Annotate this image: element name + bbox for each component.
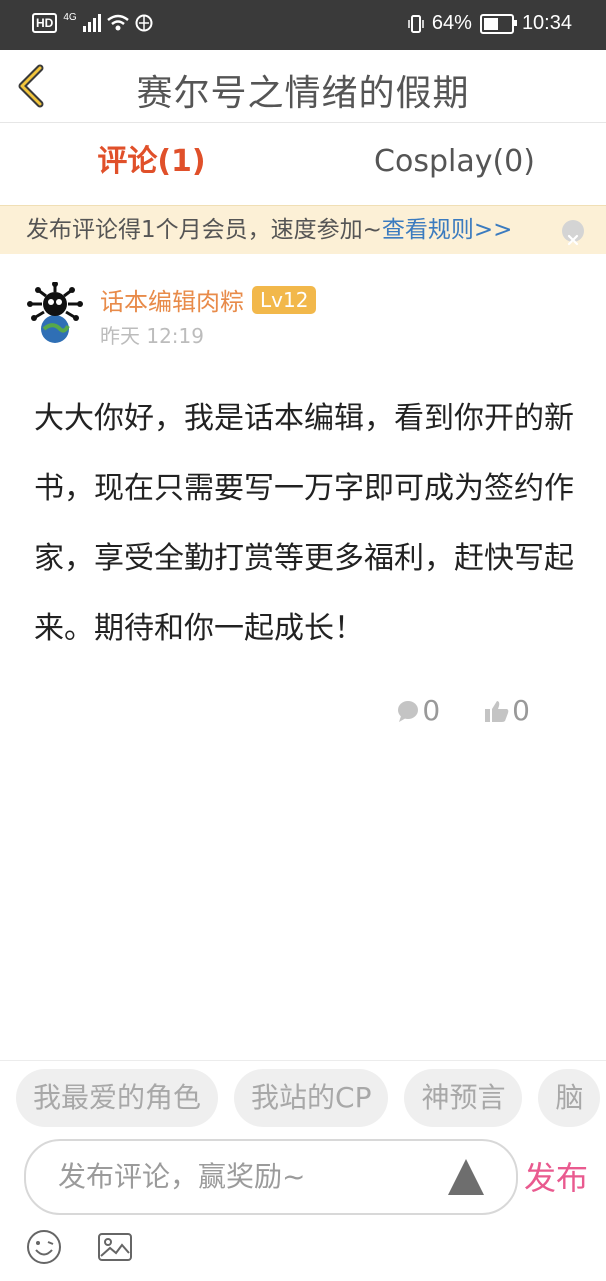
comment-actions: 0 0 bbox=[396, 694, 530, 727]
network-type: 4G bbox=[63, 11, 77, 23]
hd-indicator: HD bbox=[32, 13, 58, 33]
close-banner-button[interactable] bbox=[562, 220, 584, 246]
publish-button[interactable]: 发布 bbox=[524, 1153, 588, 1199]
topic-chip[interactable]: 我最爱的角色 bbox=[16, 1069, 219, 1127]
tab-comments[interactable]: 评论(1) bbox=[0, 123, 303, 205]
username[interactable]: 话本编辑肉粽 bbox=[100, 282, 244, 317]
emoji-icon[interactable] bbox=[26, 1229, 62, 1265]
topic-chip[interactable]: 我站的CP bbox=[234, 1069, 389, 1127]
avatar[interactable] bbox=[24, 282, 86, 344]
topic-chips: 我最爱的角色 我站的CP 神预言 脑 bbox=[16, 1069, 601, 1127]
page-title: 赛尔号之情绪的假期 bbox=[136, 73, 470, 114]
tab-bar: 评论(1) Cosplay(0) bbox=[0, 123, 606, 205]
promo-text: 发布评论得1个月会员，速度参加~ bbox=[26, 217, 382, 243]
image-icon[interactable] bbox=[97, 1229, 133, 1265]
battery-percent: 64% bbox=[431, 12, 472, 34]
wifi-icon bbox=[106, 14, 129, 31]
comment-text: 大大你好，我是话本编辑，看到你开的新书，现在只需要写一万字即可成为签约作家，享受… bbox=[34, 401, 574, 646]
comment-composer: 我最爱的角色 我站的CP 神预言 脑 发布 bbox=[0, 1060, 606, 1281]
reply-count: 0 bbox=[422, 694, 441, 727]
comment-time: 昨天 12:19 bbox=[100, 324, 204, 348]
signal-icon bbox=[82, 14, 101, 32]
thumbs-up-icon bbox=[485, 700, 509, 722]
close-icon bbox=[567, 234, 579, 246]
like-button[interactable]: 0 bbox=[484, 694, 530, 727]
status-right: 64% 10:34 bbox=[408, 12, 572, 35]
like-count: 0 bbox=[512, 694, 530, 727]
chevron-left-icon bbox=[18, 64, 44, 108]
clock: 10:34 bbox=[521, 12, 572, 34]
back-button[interactable] bbox=[10, 62, 58, 110]
status-left: HD 4G bbox=[32, 11, 153, 33]
level-badge: Lv12 bbox=[252, 285, 317, 314]
sync-icon bbox=[135, 14, 153, 32]
reply-button[interactable]: 0 bbox=[396, 694, 440, 727]
battery-icon bbox=[479, 13, 517, 34]
topic-chip[interactable]: 神预言 bbox=[404, 1069, 523, 1127]
vibrate-icon bbox=[408, 14, 424, 33]
view-rules-link[interactable]: 查看规则>> bbox=[382, 217, 513, 243]
comment-input[interactable] bbox=[56, 1151, 420, 1201]
promo-banner: 发布评论得1个月会员，速度参加~查看规则>> bbox=[0, 205, 606, 254]
tab-cosplay[interactable]: Cosplay(0) bbox=[303, 123, 606, 205]
promo-text-wrap: 发布评论得1个月会员，速度参加~查看规则>> bbox=[26, 206, 512, 254]
comment-input-box bbox=[24, 1139, 518, 1215]
status-bar: HD 4G 64% 10:34 bbox=[0, 0, 606, 50]
comment-bubble-icon bbox=[398, 700, 419, 722]
topic-chip[interactable]: 脑 bbox=[538, 1069, 601, 1127]
comment-user: 话本编辑肉粽 Lv12 bbox=[100, 282, 317, 317]
top-bar: 赛尔号之情绪的假期 bbox=[0, 50, 606, 123]
triangle-up-icon[interactable] bbox=[446, 1157, 486, 1197]
